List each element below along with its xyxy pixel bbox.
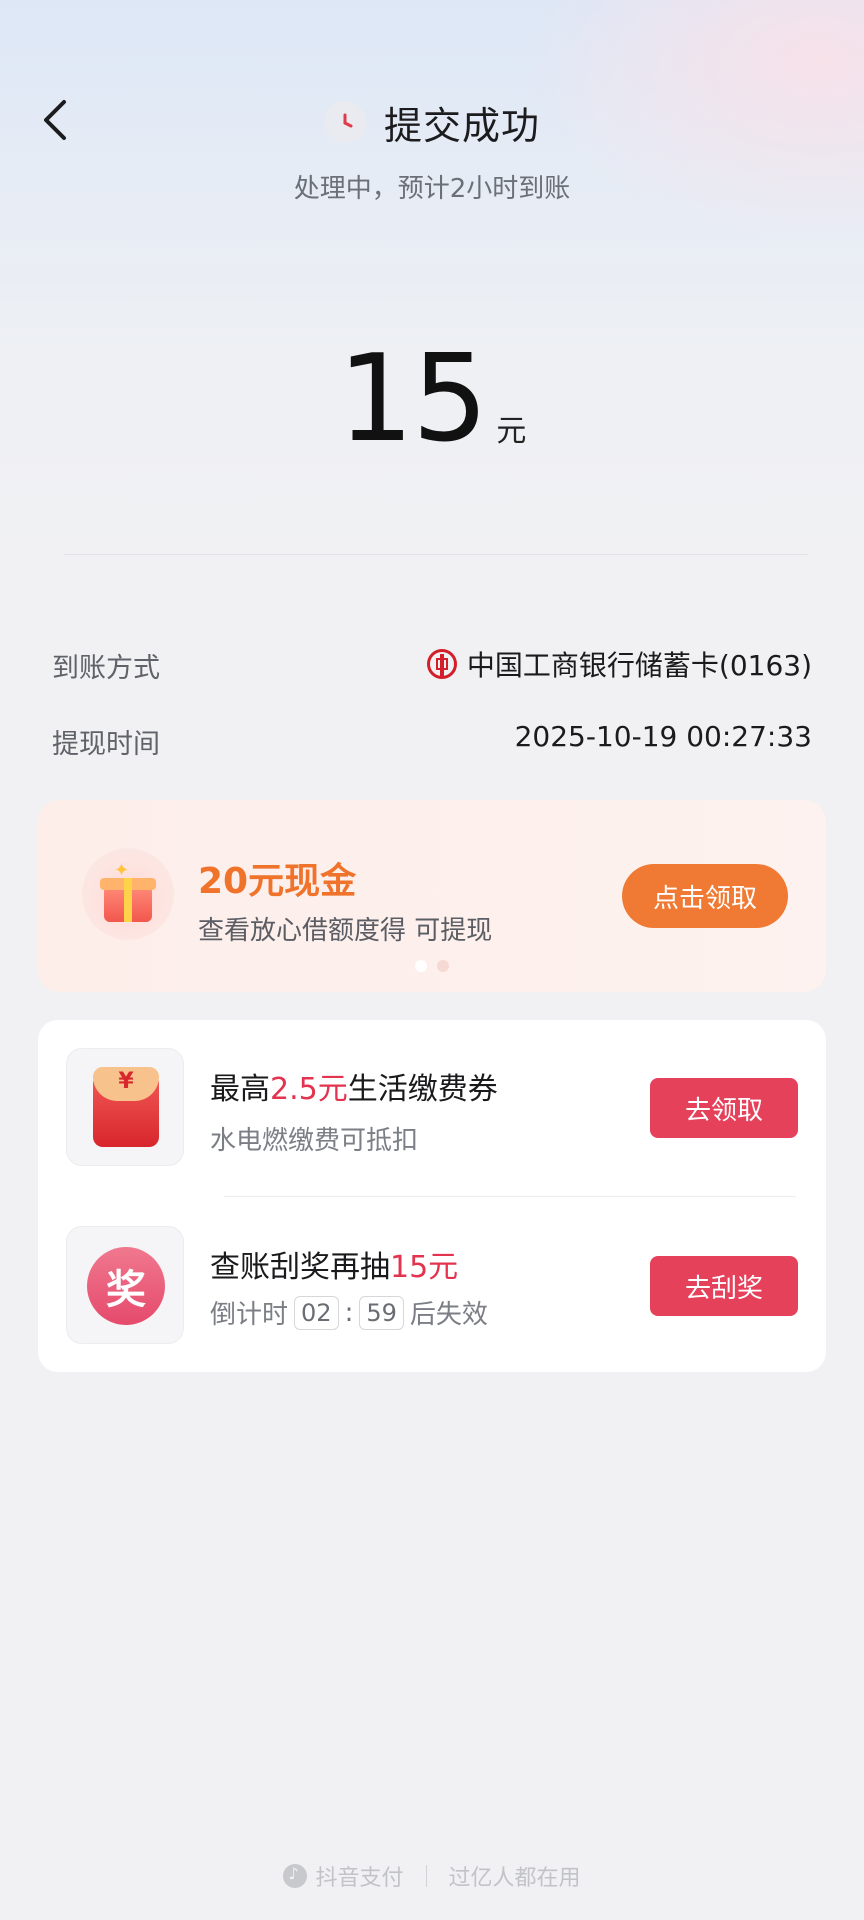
title-row: 提交成功 bbox=[0, 94, 864, 150]
gift-box-icon: ✦ bbox=[82, 848, 174, 940]
claim-cash-button[interactable]: 点击领取 bbox=[622, 864, 788, 928]
amount-value: 15 bbox=[337, 330, 489, 469]
amount-unit: 元 bbox=[496, 414, 527, 449]
method-label: 到账方式 bbox=[52, 653, 160, 684]
offer-title: 最高2.5元生活缴费券 bbox=[210, 1064, 498, 1108]
footer-separator bbox=[425, 1865, 427, 1887]
promo-subtitle: 查看放心借额度得 可提现 bbox=[198, 916, 493, 946]
countdown-minutes: 02 bbox=[294, 1295, 339, 1330]
divider bbox=[224, 1196, 796, 1197]
page-title: 提交成功 bbox=[383, 103, 540, 148]
footer-slogan: 过亿人都在用 bbox=[448, 1866, 581, 1891]
time-value: 2025-10-19 00:27:33 bbox=[514, 720, 812, 753]
offer-title-prefix: 最高 bbox=[210, 1072, 270, 1107]
status-subtitle: 处理中，预计2小时到账 bbox=[293, 174, 571, 204]
carousel-indicator bbox=[38, 960, 826, 972]
prize-icon: 奖 bbox=[66, 1226, 184, 1344]
scratch-title-highlight: 15元 bbox=[390, 1250, 459, 1285]
footer-brand: 抖音支付 bbox=[315, 1866, 404, 1891]
offer-title-suffix: 生活缴费券 bbox=[347, 1072, 498, 1107]
method-value: 中国工商银行储蓄卡(0163) bbox=[466, 649, 812, 682]
clock-icon bbox=[323, 101, 366, 143]
carousel-dot bbox=[437, 960, 449, 972]
offer-title-highlight: 2.5元 bbox=[270, 1072, 348, 1107]
icbc-bank-icon bbox=[426, 649, 457, 679]
amount-display: 15 元 bbox=[0, 340, 864, 460]
douyin-icon bbox=[283, 1864, 308, 1888]
footer: 抖音支付 过亿人都在用 bbox=[0, 1860, 864, 1892]
countdown-prefix: 倒计时 bbox=[210, 1300, 289, 1330]
claim-coupon-button[interactable]: 去领取 bbox=[650, 1078, 798, 1138]
countdown-suffix: 后失效 bbox=[409, 1300, 488, 1330]
divider bbox=[64, 554, 808, 555]
scratch-button[interactable]: 去刮奖 bbox=[650, 1256, 798, 1316]
countdown: 倒计时 02 : 59 后失效 bbox=[210, 1294, 488, 1331]
red-packet-icon: ¥ bbox=[66, 1048, 184, 1166]
carousel-dot bbox=[415, 960, 427, 972]
promo-banner[interactable]: ✦ 20元现金 查看放心借额度得 可提现 点击领取 bbox=[38, 800, 826, 992]
time-label: 提现时间 bbox=[52, 729, 160, 760]
promo-title: 20元现金 bbox=[198, 861, 357, 902]
countdown-seconds: 59 bbox=[359, 1295, 404, 1330]
scratch-title-prefix: 查账刮奖再抽 bbox=[210, 1250, 390, 1285]
method-value-row: 中国工商银行储蓄卡(0163) bbox=[426, 644, 812, 684]
prize-icon-text: 奖 bbox=[87, 1247, 165, 1325]
offer-subtitle: 水电燃缴费可抵扣 bbox=[210, 1126, 419, 1156]
countdown-separator: : bbox=[344, 1297, 354, 1328]
header-background bbox=[0, 0, 864, 560]
scratch-title: 查账刮奖再抽15元 bbox=[210, 1242, 458, 1286]
offers-card: ¥ 最高2.5元生活缴费券 水电燃缴费可抵扣 去领取 奖 查账刮奖再抽15元 倒… bbox=[38, 1020, 826, 1372]
